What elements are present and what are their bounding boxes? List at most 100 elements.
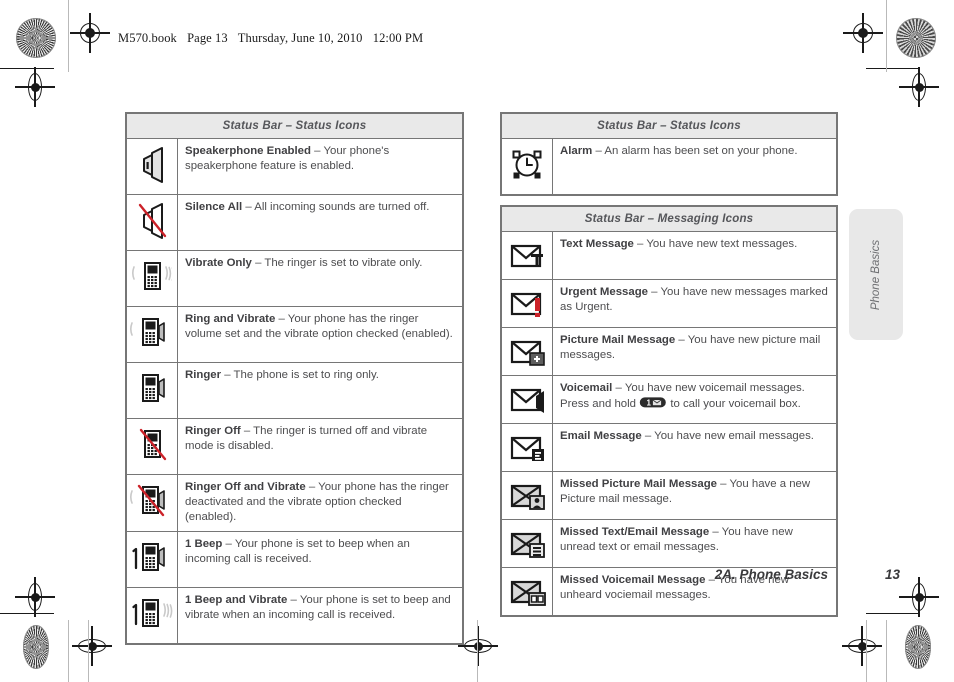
icon-description: You have new email messages.: [654, 430, 814, 442]
table-messaging-icons: Status Bar – Messaging Icons Text Messag…: [500, 205, 838, 617]
phone-ring-icon: [130, 367, 174, 409]
table-header-row: Status Bar – Status Icons: [126, 113, 463, 139]
icon-term: Text Message: [560, 238, 634, 250]
term-separator: –: [310, 145, 324, 157]
trim-mark-top-left: [0, 68, 54, 70]
icon-cell: [126, 138, 178, 195]
phone-ringer-off-vibrate-icon: [123, 479, 174, 521]
description-cell: Picture Mail Message – You have new pict…: [552, 327, 837, 376]
table-row: Speakerphone Enabled – Your phone's spea…: [126, 138, 463, 195]
table-row: Text Message – You have new text message…: [501, 231, 837, 280]
icon-term: Picture Mail Message: [560, 334, 676, 346]
registration-target-left-upper: [15, 67, 55, 107]
description-cell: Ringer Off and Vibrate – Your phone has …: [177, 473, 463, 533]
icon-cell: [126, 194, 178, 251]
table-row: Ringer – The phone is set to ring only.: [126, 362, 463, 419]
page-edge-guide-bottom-right: [866, 620, 867, 682]
registration-target-left-lower: [15, 577, 55, 617]
running-header-date: Thursday, June 10, 2010: [237, 31, 363, 45]
envelope-missed-picture-icon: [507, 476, 547, 510]
running-header-time: 12:00 PM: [372, 31, 424, 45]
term-separator: –: [709, 526, 722, 538]
icon-cell: [501, 279, 553, 328]
footer-page-number: 13: [884, 567, 900, 582]
icon-term: Vibrate Only: [185, 257, 252, 269]
page-edge-guide-right: [886, 0, 887, 72]
page-edge-guide-bottom-left: [68, 620, 69, 682]
icon-cell: [501, 375, 553, 424]
table-row: Voicemail – You have new voicemail messa…: [501, 375, 837, 424]
table-row: Silence All – All incoming sounds are tu…: [126, 194, 463, 251]
table-header-label: Status Bar – Status Icons: [501, 113, 837, 139]
icon-cell: [501, 423, 553, 472]
icon-cell: [125, 250, 178, 307]
manual-page: M570.book Page 13 Thursday, June 10, 201…: [0, 0, 954, 682]
icon-term: Ringer Off and Vibrate: [185, 481, 306, 493]
icon-term: Speakerphone Enabled: [185, 145, 311, 157]
description-cell: Text Message – You have new text message…: [552, 231, 837, 280]
term-separator: –: [612, 382, 625, 394]
icon-cell: [501, 231, 553, 280]
icon-term: 1 Beep: [185, 538, 223, 551]
speaker-on-icon: [132, 143, 172, 185]
icon-cell: [126, 418, 178, 475]
registration-target-top-right: [843, 13, 883, 53]
registration-rosette-top-right: [896, 18, 936, 58]
icon-term: 1 Beep and Vibrate: [185, 594, 288, 607]
term-separator: –: [305, 481, 319, 493]
page-edge-guide-bottom-right2: [886, 620, 887, 682]
table-status-icons-left: Status Bar – Status Icons Speakerphone E…: [123, 112, 464, 646]
table-header-label: Status Bar – Status Icons: [126, 113, 463, 139]
running-header-page: Page 13: [187, 31, 228, 45]
table-row: Vibrate Only – The ringer is set to vibr…: [125, 250, 463, 307]
icon-term: Email Message: [560, 430, 642, 442]
term-separator: –: [242, 201, 255, 213]
description-cell: Missed Picture Mail Message – You have a…: [552, 471, 837, 520]
icon-term: Urgent Message: [560, 286, 648, 298]
description-cell: Vibrate Only – The ringer is set to vibr…: [177, 250, 463, 307]
press-hold-text-tail: to call your voicemail box.: [667, 398, 801, 411]
table-row: Alarm – An alarm has been set on your ph…: [501, 138, 837, 195]
icon-description: You have new text messages.: [646, 238, 798, 250]
registration-rosette-bottom-right: [905, 625, 931, 669]
description-cell: Voicemail – You have new voicemail messa…: [552, 375, 837, 424]
running-header: M570.book Page 13 Thursday, June 10, 201…: [118, 31, 423, 46]
description-cell: Missed Text/Email Message – You have new…: [552, 519, 837, 568]
table-row: 1 Beep and Vibrate – Your phone is set t…: [126, 587, 463, 645]
icon-description: An alarm has been set on your phone.: [604, 145, 798, 157]
speaker-muted-icon: [132, 199, 172, 241]
registration-target-bottom-left: [72, 626, 112, 666]
term-separator: –: [222, 538, 235, 551]
table-row: Missed Picture Mail Message – You have a…: [501, 471, 837, 520]
icon-description: The ringer is set to vibrate only.: [264, 257, 423, 269]
1-key-voicemail-icon: 1: [639, 396, 667, 409]
term-separator: –: [717, 478, 730, 490]
phone-ring-vibrate-icon: [123, 311, 174, 353]
envelope-voicemail-icon: [507, 380, 547, 414]
table-header-row: Status Bar – Status Icons: [501, 113, 837, 139]
envelope-urgent-icon: [507, 284, 547, 318]
page-footer: 2A. Phone Basics 13: [0, 567, 900, 582]
icon-cell: [501, 519, 553, 568]
description-cell: Ring and Vibrate – Your phone has the ri…: [177, 306, 463, 363]
icon-term: Alarm: [560, 145, 593, 157]
icon-term: Missed Text/Email Message: [560, 526, 710, 538]
term-separator: –: [675, 334, 688, 346]
icon-description: The phone is set to ring only.: [233, 369, 379, 381]
footer-section-title: 2A. Phone Basics: [714, 567, 828, 582]
description-cell: Email Message – You have new email messa…: [552, 423, 837, 472]
icon-cell: [123, 473, 178, 533]
description-cell: 1 Beep and Vibrate – Your phone is set t…: [177, 587, 463, 645]
envelope-email-icon: [507, 428, 547, 462]
envelope-missed-text-email-icon: [507, 524, 547, 558]
registration-target-right-upper: [899, 67, 939, 107]
term-separator: –: [240, 425, 254, 437]
term-separator: –: [287, 594, 300, 607]
table-row: Picture Mail Message – You have new pict…: [501, 327, 837, 376]
registration-rosette-top-left: [16, 18, 56, 58]
running-header-file: M570.book: [118, 31, 177, 45]
icon-description: All incoming sounds are turned off.: [254, 201, 430, 213]
table-row: Urgent Message – You have new messages m…: [501, 279, 837, 328]
envelope-text-icon: [507, 236, 547, 270]
icon-description: You have new voicemail messages.: [624, 382, 805, 394]
